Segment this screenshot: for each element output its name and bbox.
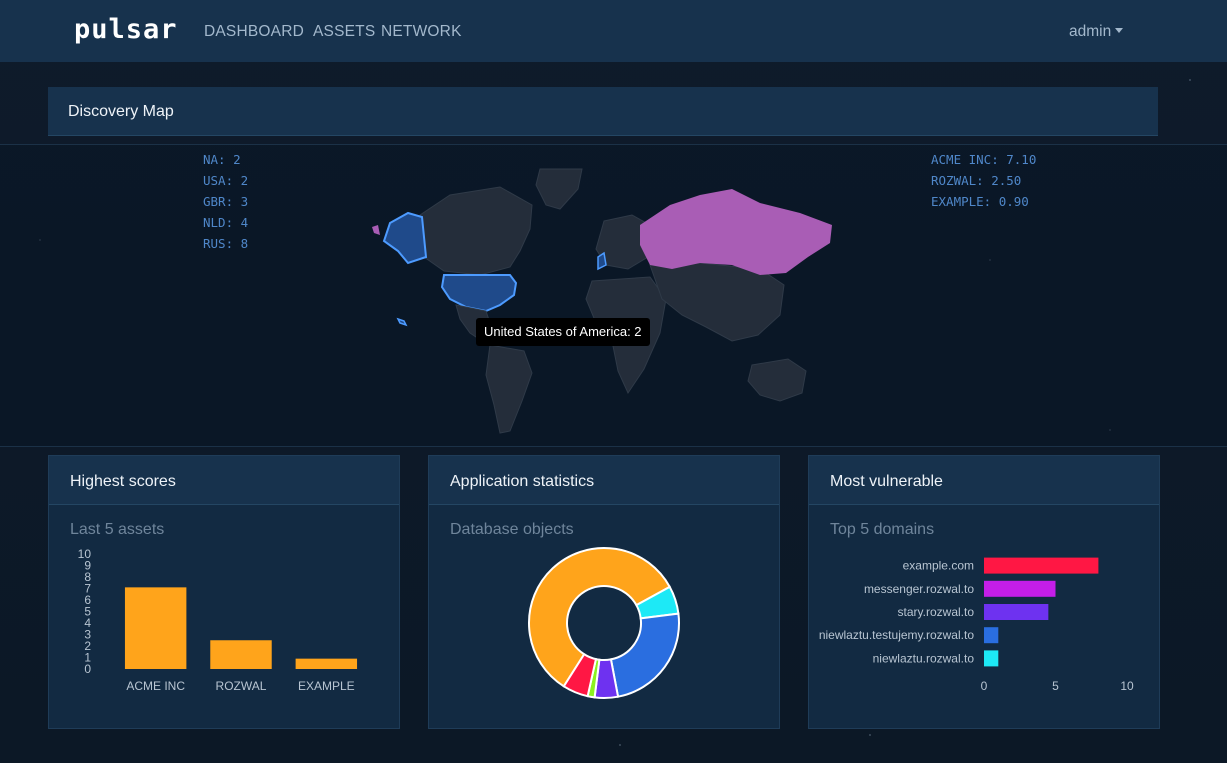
company-scores: ACME INC: 7.10 ROZWAL: 2.50 EXAMPLE: 0.9… bbox=[931, 149, 1036, 212]
vulnerable-domains-bar-chart: example.com messenger.rozwal.to stary.rozw… bbox=[819, 557, 1134, 693]
x-tick-label: 0 bbox=[981, 679, 988, 693]
score-bar bbox=[295, 658, 358, 669]
application-statistics-card: Application statistics Database objects bbox=[428, 455, 780, 729]
map-tooltip: United States of America: 2 bbox=[476, 318, 650, 346]
x-tick-label: 10 bbox=[1120, 679, 1134, 693]
company-score: ROZWAL: 2.50 bbox=[931, 173, 1022, 188]
nav-dashboard[interactable]: DASHBOARD bbox=[204, 23, 304, 41]
domain-label: niewlaztu.rozwal.to bbox=[873, 651, 975, 665]
country-count: GBR: 3 bbox=[203, 194, 249, 209]
domain-bar bbox=[984, 627, 999, 644]
country-count: NLD: 4 bbox=[203, 215, 249, 230]
country-count: NA: 2 bbox=[203, 152, 241, 167]
nav-network[interactable]: NETWORK bbox=[381, 23, 462, 41]
company-score: EXAMPLE: 0.90 bbox=[931, 194, 1029, 209]
x-tick-label: 5 bbox=[1052, 679, 1059, 693]
top-navbar: pulsar DASHBOARD ASSETS NETWORK admin bbox=[0, 0, 1227, 62]
map-region-alaska[interactable] bbox=[382, 211, 428, 265]
map-region-canada[interactable] bbox=[419, 186, 533, 276]
map-region-gbr[interactable] bbox=[597, 251, 607, 271]
caret-down-icon bbox=[1115, 28, 1124, 33]
database-objects-donut-chart bbox=[528, 547, 680, 699]
domain-bar bbox=[984, 604, 1049, 620]
country-count: USA: 2 bbox=[203, 173, 249, 188]
map-region-pink-islet[interactable] bbox=[372, 225, 380, 235]
user-name: admin bbox=[1069, 23, 1112, 40]
pulsar-logo[interactable]: pulsar bbox=[72, 14, 182, 48]
map-region-russia[interactable] bbox=[640, 189, 832, 275]
domain-bar bbox=[984, 650, 999, 667]
x-tick-label: ROZWAL bbox=[216, 679, 267, 693]
score-bar bbox=[124, 587, 187, 669]
domain-label: example.com bbox=[903, 559, 974, 573]
map-region-south-america[interactable] bbox=[485, 344, 533, 434]
most-vulnerable-card: Most vulnerable Top 5 domains example.co… bbox=[808, 455, 1160, 729]
score-bar bbox=[210, 640, 272, 669]
map-region-hawaii[interactable] bbox=[396, 317, 408, 327]
domain-label: niewlaztu.testujemy.rozwal.to bbox=[819, 628, 975, 642]
map-region-usa[interactable] bbox=[440, 274, 518, 313]
world-map[interactable] bbox=[360, 165, 840, 437]
company-score: ACME INC: 7.10 bbox=[931, 152, 1037, 167]
nav-assets[interactable]: ASSETS bbox=[313, 23, 375, 41]
x-tick-label: ACME INC bbox=[126, 679, 185, 693]
discovery-map-title: Discovery Map bbox=[68, 103, 174, 120]
x-tick-label: EXAMPLE bbox=[298, 679, 355, 693]
y-tick-label: 10 bbox=[78, 547, 92, 561]
highest-scores-card: Highest scores Last 5 assets 01234567891… bbox=[48, 455, 400, 729]
donut-slice bbox=[609, 612, 680, 698]
domain-bar bbox=[984, 580, 1056, 597]
domain-label: stary.rozwal.to bbox=[898, 605, 975, 619]
map-region-asia[interactable] bbox=[649, 262, 785, 342]
domain-label: messenger.rozwal.to bbox=[864, 582, 974, 596]
svg-text:pulsar: pulsar bbox=[74, 14, 178, 45]
map-region-greenland[interactable] bbox=[535, 168, 583, 210]
country-counts: NA: 2 USA: 2 GBR: 3 NLD: 4 RUS: 8 bbox=[203, 149, 248, 254]
country-count: RUS: 8 bbox=[203, 236, 249, 251]
domain-bar bbox=[984, 557, 1099, 574]
user-menu[interactable]: admin bbox=[1069, 23, 1124, 41]
discovery-map-header: Discovery Map bbox=[48, 87, 1158, 136]
map-region-australia[interactable] bbox=[747, 358, 807, 402]
scores-bar-chart: 012345678910ACME INC ROZWAL EXAMPLE bbox=[78, 547, 358, 693]
